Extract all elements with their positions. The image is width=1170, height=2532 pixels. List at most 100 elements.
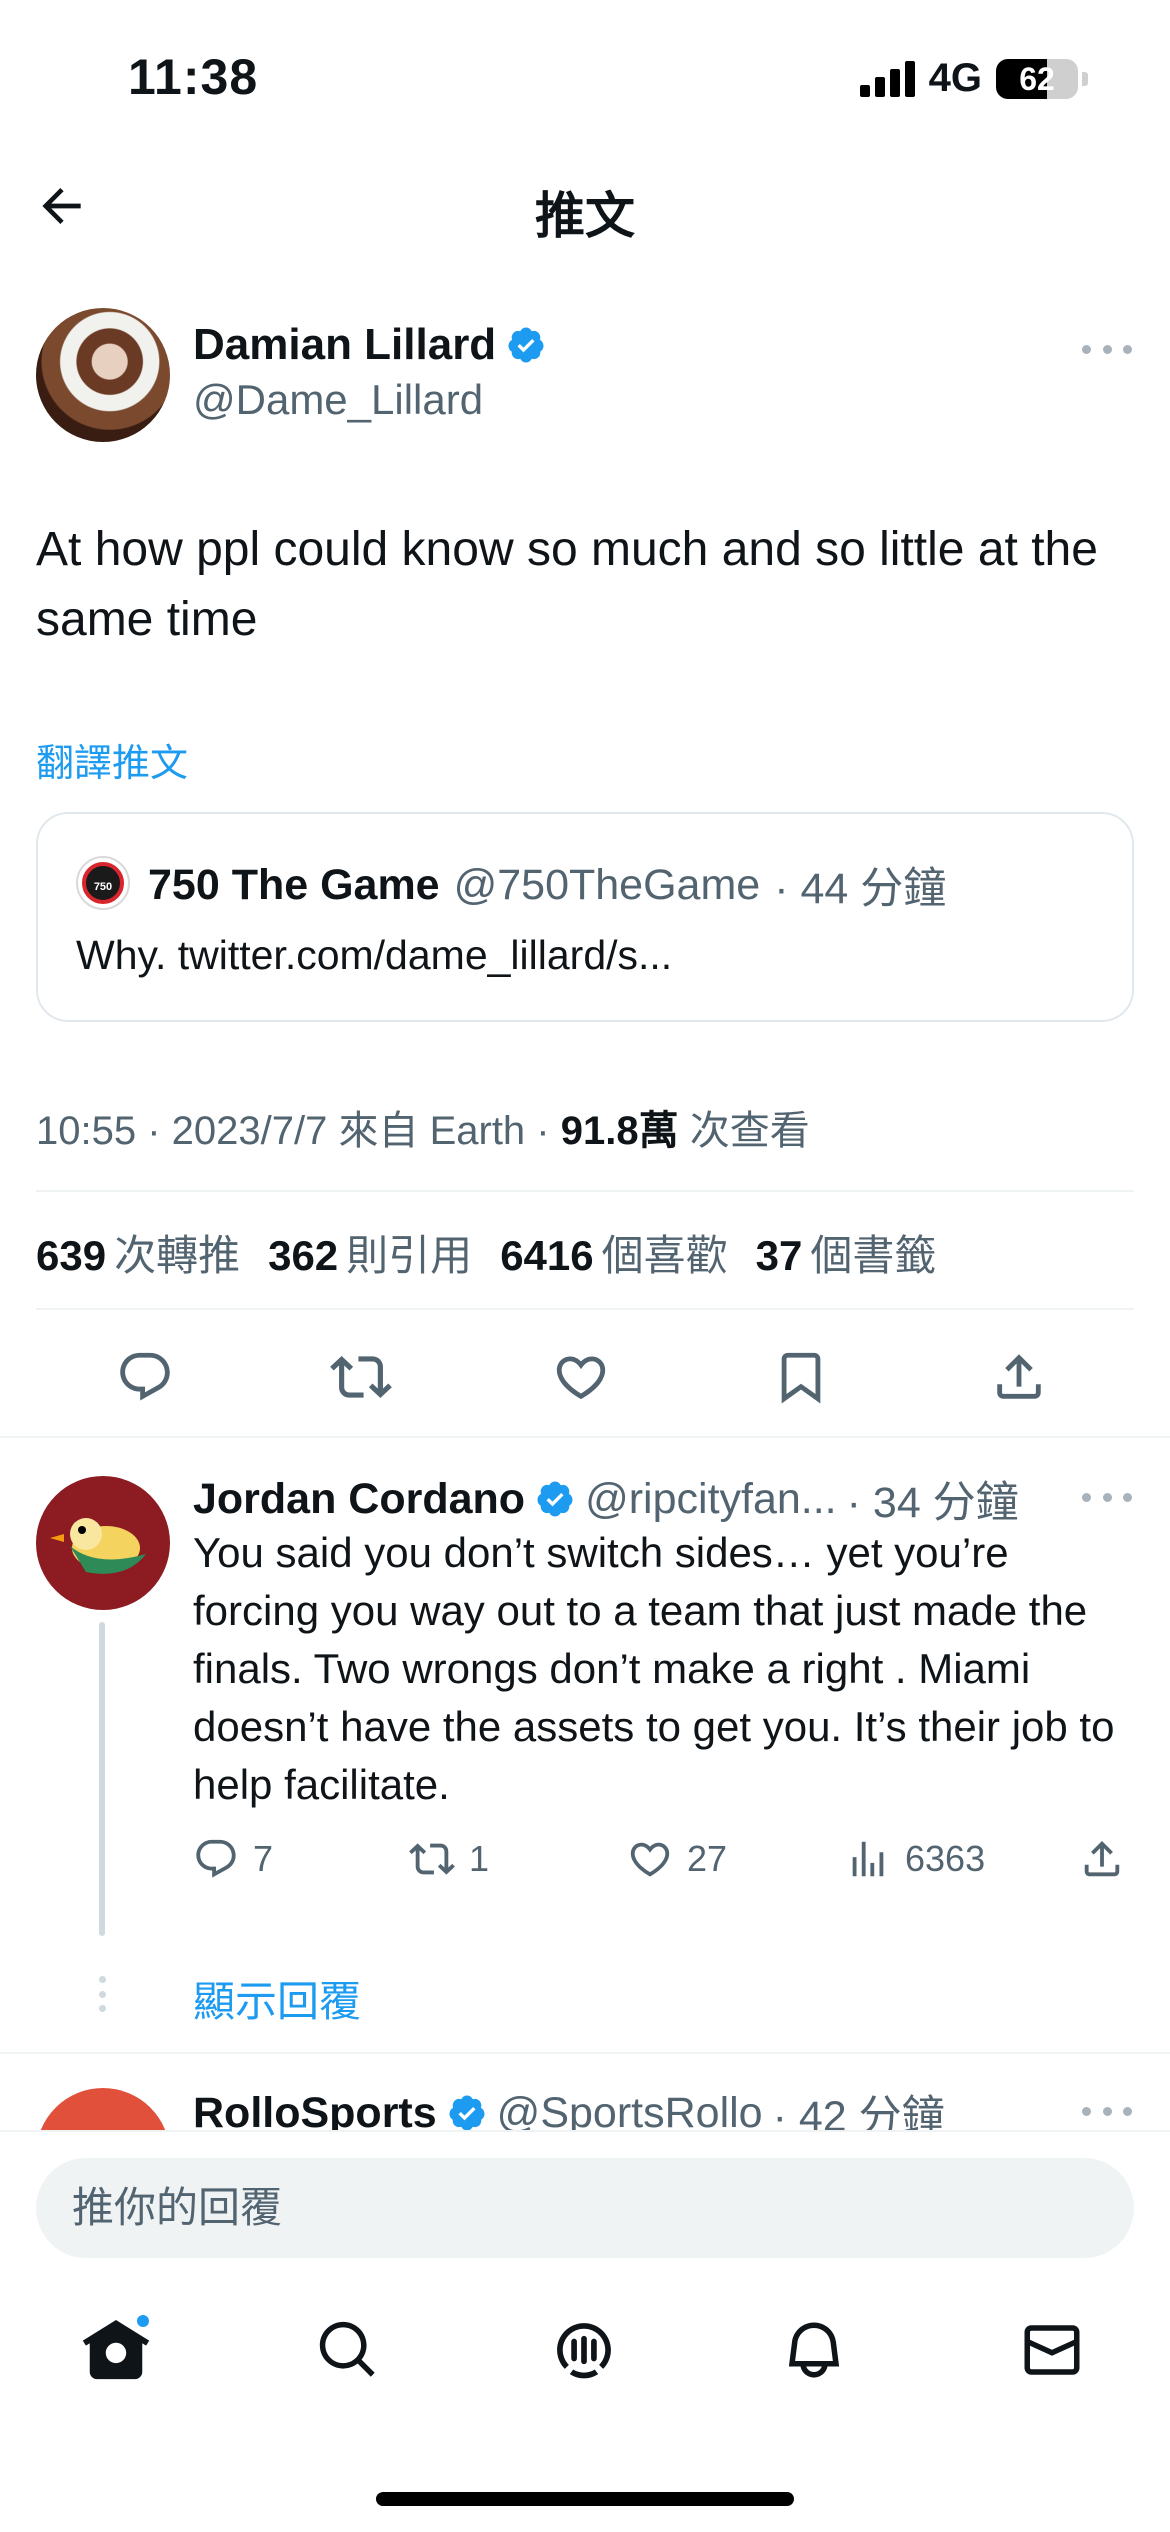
spaces-icon [557, 2323, 611, 2379]
bookmark-icon [781, 1352, 821, 1404]
reply-reply-count: 7 [253, 1838, 274, 1879]
battery-nub [1082, 71, 1088, 86]
quote-tweet-card[interactable]: 750 750 The Game @750TheGame · 44 分鐘 Why… [36, 812, 1134, 1022]
reply-text: You said you don’t switch sides… yet you… [193, 1529, 1115, 1808]
reply-header: Jordan Cordano @ripcityfan... · 34 分鐘 [193, 1468, 1019, 1530]
reply-composer-bar [0, 2130, 1170, 2270]
quote-header: 750 The Game @750TheGame · 44 分鐘 [148, 854, 946, 916]
reply-more-button[interactable] [1082, 1482, 1132, 1512]
reply-like-count: 27 [687, 1838, 728, 1879]
views-icon [852, 1841, 884, 1877]
messages-icon [1024, 2325, 1080, 2375]
battery-icon: 62 [996, 58, 1078, 99]
quote-time: · 44 分鐘 [774, 865, 947, 913]
retweets-count: 639 [36, 1232, 107, 1279]
reply-reply-button[interactable]: 7 [193, 1836, 273, 1882]
reply-views-button[interactable]: 6363 [845, 1836, 985, 1882]
tweet-action-bar [0, 1336, 1170, 1416]
quote-author-handle: @750TheGame [453, 860, 761, 909]
like-icon [630, 1842, 670, 1877]
status-indicators: 4G 62 [859, 56, 1088, 101]
bookmark-button[interactable] [770, 1346, 832, 1408]
network-type: 4G [928, 56, 982, 100]
quote-logo: 750 [82, 862, 124, 904]
likes-label: 個喜歡 [601, 1232, 728, 1279]
status-time: 11:38 [128, 49, 259, 105]
quote-avatar: 750 [76, 856, 130, 910]
share-icon [1084, 1840, 1120, 1877]
more-button[interactable] [1082, 334, 1132, 364]
divider [36, 1190, 1134, 1192]
search-icon [319, 2321, 375, 2377]
bookmarks-stat[interactable]: 37 個書籤 [756, 1222, 937, 1283]
reply-author-handle[interactable]: @ripcityfan... [585, 1475, 837, 1524]
views-count: 91.8萬 [560, 1109, 679, 1153]
divider [36, 1308, 1134, 1310]
reply-icon [120, 1352, 170, 1401]
author-handle[interactable]: @Dame_Lillard [193, 376, 483, 424]
header: 推文 [0, 160, 1170, 250]
retweet-icon [409, 1843, 455, 1875]
retweet-button[interactable] [330, 1346, 392, 1408]
tweet-text: At how ppl could know so much and so lit… [36, 523, 1098, 646]
quote-author-name: 750 The Game [148, 860, 440, 909]
page-title: 推文 [535, 188, 635, 244]
bottom-nav [0, 2270, 1170, 2532]
reply-share-button[interactable] [1079, 1836, 1125, 1882]
quotes-stat[interactable]: 362 則引用 [268, 1222, 472, 1283]
nav-home[interactable] [76, 2310, 156, 2390]
reply-composer[interactable] [36, 2158, 1134, 2258]
tweet-timestamp: 10:55 · 2023/7/7 來自 Earth · [36, 1109, 561, 1153]
translate-link[interactable]: 翻譯推文 [36, 732, 188, 787]
show-replies-link[interactable]: 顯示回覆 [193, 1968, 361, 2029]
views-label: 次查看 [678, 1109, 810, 1153]
reply-views-count: 6363 [905, 1838, 986, 1879]
reply-action-bar: 7 1 27 6363 [193, 1836, 1133, 1896]
home-indicator [376, 2492, 794, 2506]
author-name: Damian Lillard [193, 320, 497, 369]
reply2-more-button[interactable] [1082, 2096, 1132, 2126]
share-icon [997, 1354, 1041, 1399]
retweets-stat[interactable]: 639 次轉推 [36, 1222, 240, 1283]
retweets-label: 次轉推 [114, 1232, 241, 1279]
like-icon [556, 1356, 606, 1400]
reply-input[interactable] [72, 2184, 1134, 2232]
reply-retweet-button[interactable]: 1 [409, 1836, 489, 1882]
reply-time: · 34 分鐘 [846, 1479, 1019, 1527]
thread-dots [97, 1976, 107, 2012]
tweet-stats: 639 次轉推 362 則引用 6416 個喜歡 37 個書籤 [36, 1222, 936, 1283]
divider [0, 2052, 1170, 2054]
nav-messages[interactable] [1012, 2310, 1092, 2390]
tweet-meta: 10:55 · 2023/7/7 來自 Earth · 91.8萬 次查看 [36, 1098, 810, 1156]
reply-icon [196, 1839, 236, 1878]
home-unread-dot [134, 2312, 152, 2330]
duck-logo-icon [50, 1518, 146, 1574]
reply-button[interactable] [114, 1346, 176, 1408]
likes-stat[interactable]: 6416 個喜歡 [500, 1222, 727, 1283]
nav-spaces[interactable] [544, 2310, 624, 2390]
likes-count: 6416 [500, 1232, 594, 1279]
notifications-icon [788, 2322, 840, 2378]
author-avatar[interactable] [36, 308, 170, 442]
divider [0, 1436, 1170, 1438]
bookmarks-count: 37 [755, 1232, 803, 1279]
status-bar: 11:38 4G 62 [0, 0, 1170, 150]
share-button[interactable] [988, 1346, 1050, 1408]
retweet-icon [330, 1356, 392, 1398]
battery-level: 62 [1019, 60, 1055, 97]
author-name-row[interactable]: Damian Lillard [193, 320, 546, 370]
reply-author-avatar[interactable] [36, 1476, 170, 1610]
nav-notifications[interactable] [774, 2310, 854, 2390]
like-button[interactable] [550, 1346, 612, 1408]
verified-icon [508, 327, 544, 363]
reply-like-button[interactable]: 27 [627, 1836, 727, 1882]
reply-author-name[interactable]: Jordan Cordano [193, 1475, 525, 1524]
verified-icon [537, 1481, 573, 1517]
quotes-count: 362 [268, 1232, 339, 1279]
reply-retweet-count: 1 [469, 1838, 490, 1879]
nav-search[interactable] [308, 2310, 388, 2390]
quote-text: Why. twitter.com/dame_lillard/s... [76, 932, 673, 978]
thread-line [99, 1622, 105, 1936]
verified-icon [449, 2095, 485, 2131]
signal-icon [859, 60, 915, 97]
